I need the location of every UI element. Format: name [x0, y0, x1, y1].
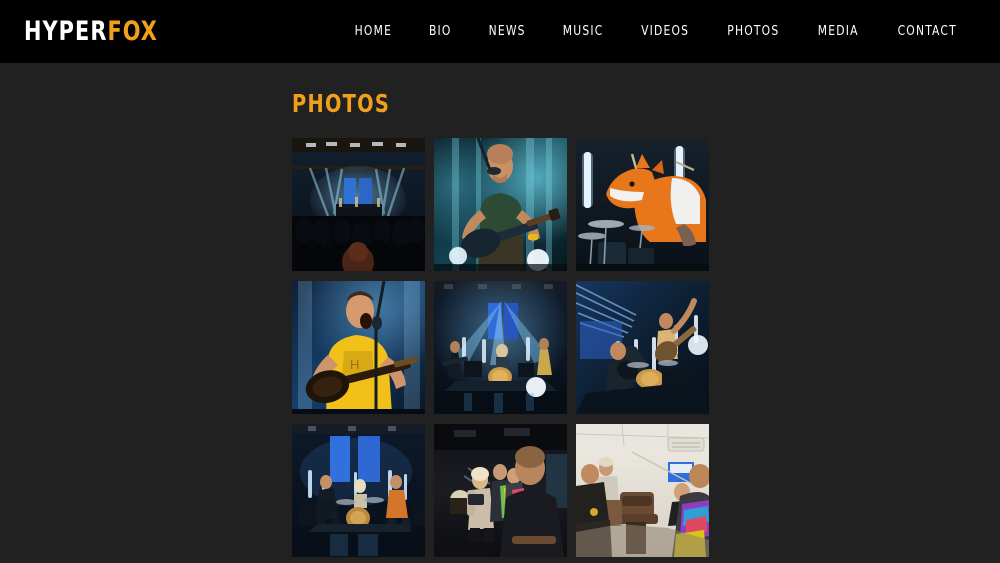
photo-4-image: H — [292, 281, 425, 414]
svg-text:H: H — [350, 357, 359, 372]
photo-5-image — [434, 281, 567, 414]
logo-text-primary: HYPER — [24, 16, 108, 47]
main-navigation: HOME BIO NEWS MUSIC VIDEOS PHOTOS MEDIA … — [336, 0, 976, 63]
gallery-photo-2[interactable] — [434, 138, 567, 271]
gallery-photo-8[interactable] — [434, 424, 567, 557]
photo-6-image — [576, 281, 709, 414]
nav-item-home[interactable]: HOME — [339, 0, 408, 63]
photo-9-image — [576, 424, 709, 557]
gallery-photo-9[interactable] — [576, 424, 709, 557]
nav-item-bio[interactable]: BIO — [413, 0, 467, 63]
nav-item-photos[interactable]: PHOTOS — [712, 0, 795, 63]
photo-7-image — [292, 424, 425, 557]
gallery-photo-3[interactable] — [576, 138, 709, 271]
photo-3-image — [576, 138, 709, 271]
site-logo[interactable]: HYPERFOX — [24, 17, 158, 46]
nav-item-music[interactable]: MUSIC — [547, 0, 619, 63]
page-content: PHOTOS H — [0, 63, 1000, 563]
photo-1-image — [292, 138, 425, 271]
photo-8-image — [434, 424, 567, 557]
nav-item-videos[interactable]: VIDEOS — [626, 0, 705, 63]
gallery-photo-7[interactable] — [292, 424, 425, 557]
photo-gallery: H — [292, 138, 718, 557]
logo-text-accent: FOX — [107, 16, 158, 47]
gallery-photo-6[interactable] — [576, 281, 709, 414]
photo-2-image — [434, 138, 567, 271]
nav-item-media[interactable]: MEDIA — [802, 0, 874, 63]
gallery-photo-4[interactable]: H — [292, 281, 425, 414]
site-header: HYPERFOX HOME BIO NEWS MUSIC VIDEOS PHOT… — [0, 0, 1000, 63]
gallery-photo-1[interactable] — [292, 138, 425, 271]
page-title: PHOTOS — [292, 89, 391, 118]
nav-item-news[interactable]: NEWS — [473, 0, 541, 63]
nav-item-contact[interactable]: CONTACT — [882, 0, 973, 63]
gallery-photo-5[interactable] — [434, 281, 567, 414]
